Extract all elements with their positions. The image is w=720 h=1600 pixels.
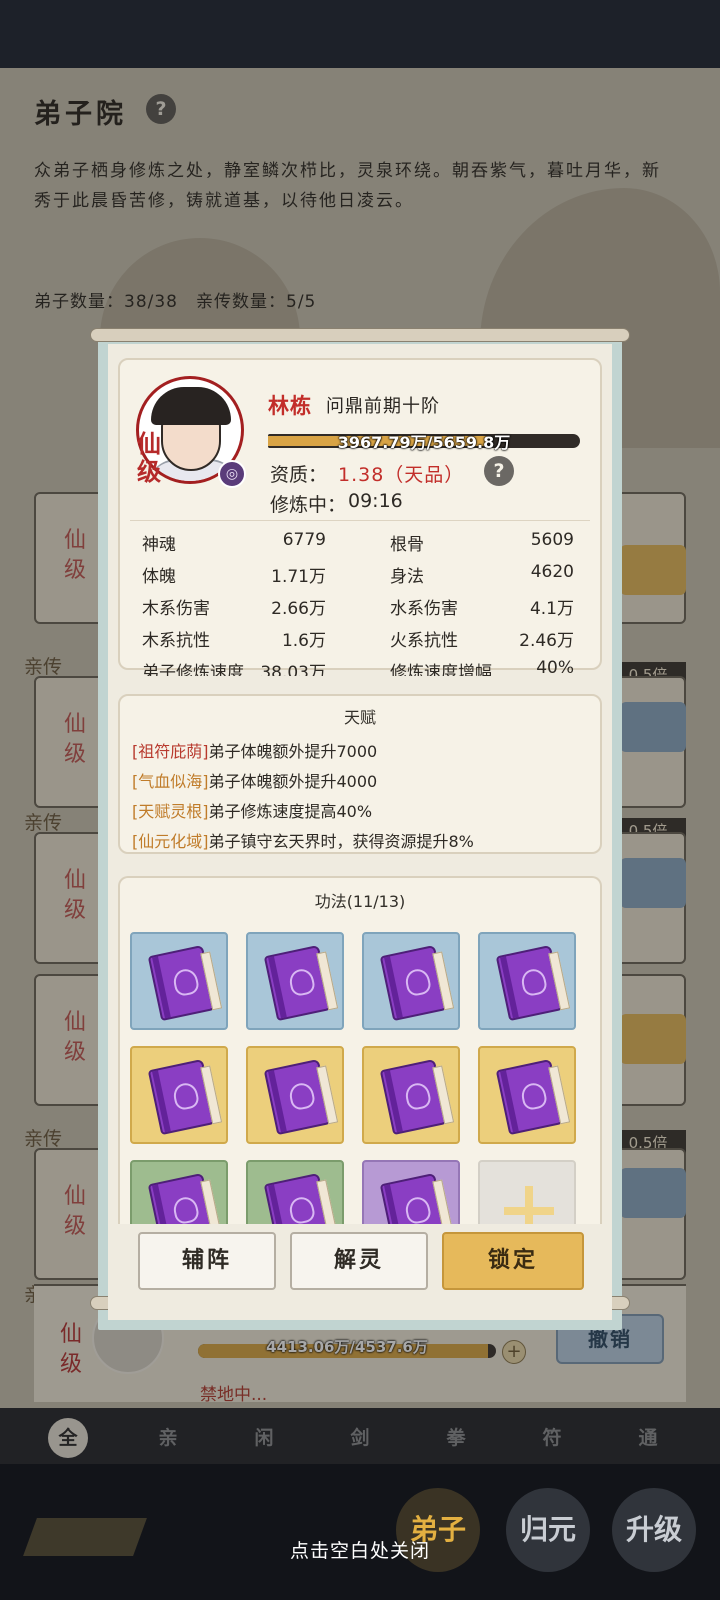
talent-name: [气血似海] <box>132 772 209 791</box>
talent-row: [天赋灵根]弟子修炼速度提高40% <box>132 798 372 822</box>
stat-row: 弟子修炼速度 38.03万 <box>136 654 332 676</box>
skill-book-icon <box>495 944 571 1022</box>
stat-value: 4.1万 <box>529 599 574 619</box>
assist-button[interactable]: 辅阵 <box>138 1232 276 1290</box>
cultivation-text: 3967.79万/5659.8万 <box>337 433 511 452</box>
skill-book-icon <box>379 1172 455 1224</box>
release-button[interactable]: 解灵 <box>290 1232 428 1290</box>
skill-slot[interactable] <box>130 932 228 1030</box>
stat-row: 体魄 1.71万 <box>136 558 332 590</box>
talent-row: [祖符庇荫]弟子体魄额外提升7000 <box>132 738 377 762</box>
talent-desc: 弟子修炼速度提高40% <box>208 802 373 821</box>
lock-button[interactable]: 锁定 <box>442 1232 584 1290</box>
stat-value: 6779 <box>282 530 326 550</box>
stat-name: 身法 <box>390 567 424 587</box>
skill-book-icon <box>147 1058 223 1136</box>
stat-row: 神魂 6779 <box>136 526 332 558</box>
stats-list[interactable]: 神魂 6779 根骨 5609 体魄 1.71万 身法 4620 木系伤害 2.66万 水… <box>136 520 588 676</box>
skill-book-icon <box>263 1058 339 1136</box>
skill-slot[interactable] <box>246 1160 344 1224</box>
skill-slot[interactable] <box>362 1160 460 1224</box>
stat-name: 弟子修炼速度 <box>142 663 244 676</box>
stat-row: 修炼速度增幅 40% <box>384 654 580 676</box>
status-bar <box>0 0 720 68</box>
stat-value: 40% <box>536 658 574 676</box>
scroll-rod-top <box>90 328 630 342</box>
disciple-realm: 问鼎前期十阶 <box>326 396 440 417</box>
skill-book-icon <box>379 944 455 1022</box>
skills-grid[interactable] <box>130 926 590 1224</box>
skill-slot[interactable] <box>362 1046 460 1144</box>
stat-row: 身法 4620 <box>384 558 580 590</box>
skill-slot[interactable] <box>130 1046 228 1144</box>
stat-name: 水系伤害 <box>390 599 458 619</box>
talent-desc: 弟子体魄额外提升7000 <box>208 742 378 761</box>
skill-slot[interactable] <box>130 1160 228 1224</box>
help-icon[interactable]: ? <box>484 456 514 486</box>
talent-desc: 弟子镇守玄天界时，获得资源提升8% <box>208 832 474 851</box>
stat-name: 体魄 <box>142 567 176 587</box>
skill-book-icon <box>379 1058 455 1136</box>
talent-header: 天赋 <box>343 708 376 727</box>
talent-desc: 弟子体魄额外提升4000 <box>208 772 378 791</box>
rank-seal: 仙级 <box>137 429 161 486</box>
skill-book-icon <box>495 1058 571 1136</box>
stat-value: 5609 <box>530 530 574 550</box>
skill-book-icon <box>147 1172 223 1224</box>
avatar-hair <box>151 387 231 425</box>
aptitude-value: 1.38（天品） <box>338 464 465 486</box>
element-icon: ◎ <box>218 460 246 488</box>
stat-value: 2.46万 <box>519 631 574 651</box>
stat-value: 2.66万 <box>271 599 326 619</box>
talent-name: [祖符庇荫] <box>132 742 209 761</box>
stat-row: 木系抗性 1.6万 <box>136 622 332 654</box>
stat-value: 4620 <box>530 562 574 582</box>
talent-name: [仙元化域] <box>132 832 209 851</box>
status-label: 修炼中： <box>270 494 347 516</box>
disciple-name: 林栋 <box>268 394 312 418</box>
status-time: 09:16 <box>348 490 403 512</box>
skill-book-icon <box>263 1172 339 1224</box>
close-hint: 点击空白处关闭 <box>289 1540 430 1562</box>
stat-row: 木系伤害 2.66万 <box>136 590 332 622</box>
stat-name: 木系伤害 <box>142 599 210 619</box>
stat-row: 根骨 5609 <box>384 526 580 558</box>
stat-name: 神魂 <box>142 535 176 555</box>
skill-slot[interactable] <box>478 932 576 1030</box>
talent-row: [仙元化域]弟子镇守玄天界时，获得资源提升8% <box>132 828 474 852</box>
skill-slot[interactable] <box>478 1046 576 1144</box>
stat-row: 火系抗性 2.46万 <box>384 622 580 654</box>
skill-book-icon <box>263 944 339 1022</box>
skill-book-icon <box>147 944 223 1022</box>
skill-slot[interactable] <box>246 1046 344 1144</box>
stat-name: 根骨 <box>390 535 424 555</box>
stat-value: 1.6万 <box>281 631 326 651</box>
skills-header: 功法(11/13) <box>314 892 406 911</box>
add-skill-slot[interactable] <box>478 1160 576 1224</box>
skill-slot[interactable] <box>246 932 344 1030</box>
stat-row: 水系伤害 4.1万 <box>384 590 580 622</box>
aptitude-label: 资质： <box>270 464 328 486</box>
talent-row: [气血似海]弟子体魄额外提升4000 <box>132 768 377 792</box>
stat-name: 木系抗性 <box>142 631 210 651</box>
stat-value: 38.03万 <box>260 663 326 676</box>
stat-name: 修炼速度增幅 <box>390 663 492 676</box>
talent-name: [天赋灵根] <box>132 802 209 821</box>
skill-slot[interactable] <box>362 932 460 1030</box>
plus-icon <box>504 1186 554 1224</box>
stat-value: 1.71万 <box>271 567 326 587</box>
stat-name: 火系抗性 <box>390 631 458 651</box>
